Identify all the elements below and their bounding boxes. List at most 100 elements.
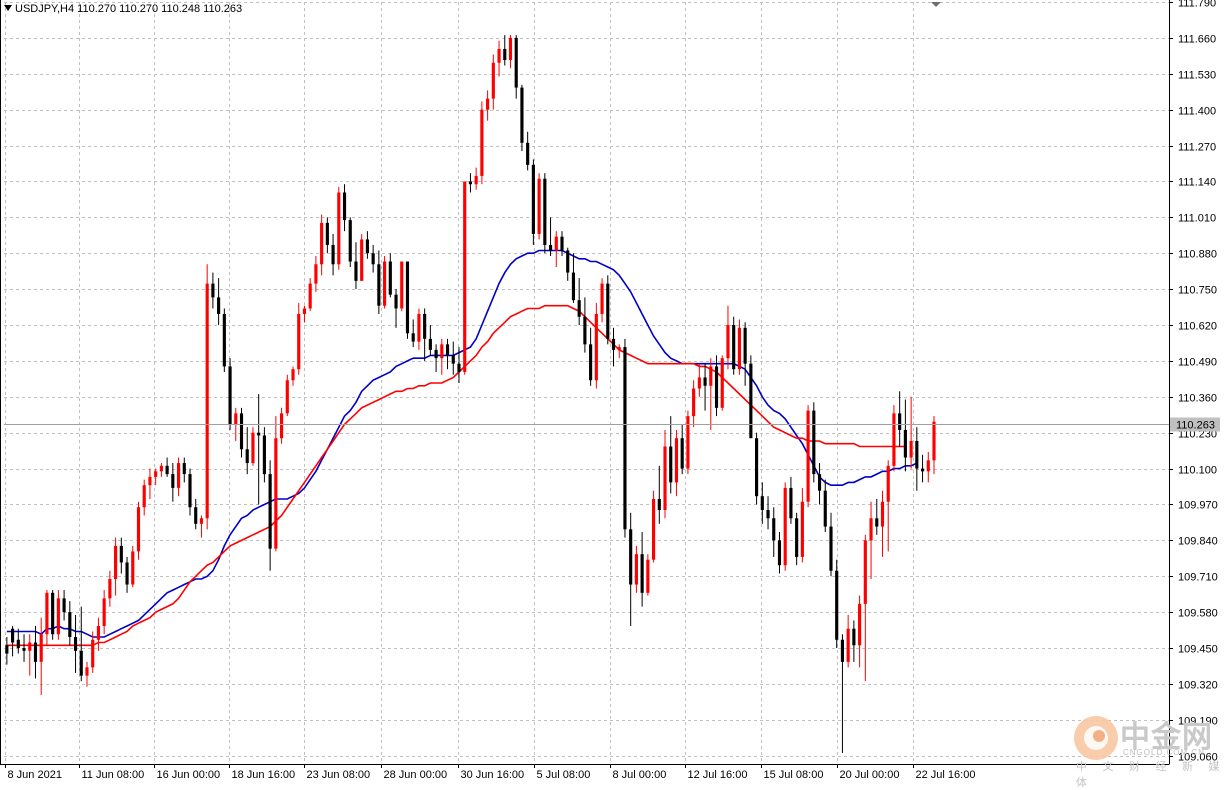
candle-body: [383, 261, 387, 306]
candle-body: [148, 476, 152, 486]
candle-body: [51, 592, 55, 635]
candles: [5, 35, 936, 753]
candle-body: [852, 628, 856, 646]
candle-body: [302, 308, 307, 314]
candle-body: [62, 598, 66, 613]
candle-body: [234, 413, 238, 425]
candle-body: [11, 628, 15, 643]
candle-body: [709, 366, 713, 386]
candle-body: [285, 380, 289, 414]
y-tick-label: 109.580: [1178, 608, 1218, 620]
price-chart[interactable]: 111.790 111.660 111.530 111.400 111.270 111.1…: [0, 0, 1227, 784]
moving-averages: [6, 249, 918, 647]
x-tick-label: 20 Jul 00:00: [840, 769, 900, 781]
candle-body: [760, 496, 764, 510]
candle-body: [142, 485, 146, 508]
candle-body: [692, 388, 696, 417]
ma-slow-line: [6, 304, 906, 647]
candle-body: [474, 175, 478, 185]
candle-body: [680, 438, 684, 469]
candle-body: [548, 244, 553, 251]
candle-body: [795, 518, 799, 557]
candle-body: [171, 474, 175, 488]
candle-body: [697, 377, 701, 389]
y-tick-label: 110.100: [1178, 465, 1217, 477]
candle-body: [22, 648, 26, 651]
y-tick-label: 109.970: [1178, 500, 1218, 512]
candle-body: [703, 377, 707, 386]
candle-body: [571, 272, 576, 301]
candle-body: [486, 98, 490, 110]
candle-body: [268, 474, 272, 549]
candle-body: [445, 344, 450, 356]
candle-body: [920, 468, 925, 472]
x-tick-label: 11 Jun 08:00: [82, 769, 145, 781]
x-tick-label: 16 Jun 00:00: [157, 769, 221, 781]
candle-body: [211, 283, 215, 298]
candle-body: [68, 612, 72, 637]
candle-body: [365, 239, 369, 254]
x-tick-label: 23 Jun 08:00: [307, 769, 371, 781]
candle-body: [251, 432, 255, 464]
candle-body: [823, 490, 827, 527]
shift-marker-icon: [931, 2, 941, 7]
candle-body: [737, 327, 741, 370]
candle-body: [869, 518, 873, 541]
candle-body: [903, 429, 907, 458]
candle-body: [297, 313, 301, 370]
candle-body: [674, 438, 679, 483]
symbol-ohlc-label: USDJPY,H4 110.270 110.270 110.248 110.26…: [15, 3, 243, 15]
candle-body: [732, 325, 736, 370]
candle-body: [136, 507, 141, 552]
candle-body: [222, 313, 226, 367]
candle-body: [812, 410, 816, 475]
candle-body: [543, 178, 547, 245]
candle-body: [594, 313, 598, 381]
candle-body: [102, 598, 106, 626]
candle-body: [617, 347, 621, 350]
y-tick-label: 109.840: [1178, 536, 1218, 548]
candle-body: [176, 463, 181, 488]
candle-body: [520, 87, 524, 143]
candle-body: [503, 48, 507, 60]
candle-body: [354, 261, 358, 281]
x-tick-label: 8 Jun 2021: [8, 769, 62, 781]
candle-body: [371, 253, 375, 265]
x-tick-label: 28 Jun 00:00: [384, 769, 448, 781]
candle-body: [428, 338, 432, 350]
candle-body: [463, 181, 467, 372]
candle-body: [892, 413, 896, 466]
y-tick-label: 109.450: [1178, 644, 1218, 656]
candle-body: [73, 637, 78, 651]
candle-body: [480, 109, 484, 176]
candle-body: [915, 440, 919, 469]
candle-body: [863, 540, 867, 604]
candle-body: [28, 642, 32, 651]
candle-body: [468, 181, 473, 185]
y-tick-label: 111.140: [1178, 177, 1216, 189]
y-tick-label: 110.880: [1178, 249, 1217, 261]
y-tick-label: 111.530: [1178, 70, 1216, 82]
candle-body: [577, 300, 581, 317]
candle-body: [33, 642, 38, 662]
candle-body: [537, 178, 541, 234]
candle-body: [114, 545, 118, 580]
candle-body: [606, 283, 610, 339]
dropdown-triangle-icon[interactable]: [4, 5, 12, 11]
candle-body: [79, 650, 83, 676]
candle-body: [566, 250, 570, 273]
candle-body: [508, 37, 513, 60]
candle-body: [663, 446, 667, 510]
candle-body: [411, 333, 415, 342]
y-tick-label: 111.400: [1178, 106, 1216, 118]
y-tick-label: 111.270: [1178, 142, 1216, 154]
candle-body: [657, 498, 661, 510]
candle-body: [497, 48, 501, 63]
current-price-label: 110.263: [1176, 420, 1215, 432]
candle-body: [835, 570, 839, 640]
x-tick-label: 8 Jul 00:00: [613, 769, 667, 781]
chart-header: USDJPY,H4 110.270 110.270 110.248 110.26…: [4, 3, 242, 15]
candle-body: [714, 366, 719, 408]
candle-body: [898, 413, 902, 430]
candle-body: [320, 222, 324, 265]
